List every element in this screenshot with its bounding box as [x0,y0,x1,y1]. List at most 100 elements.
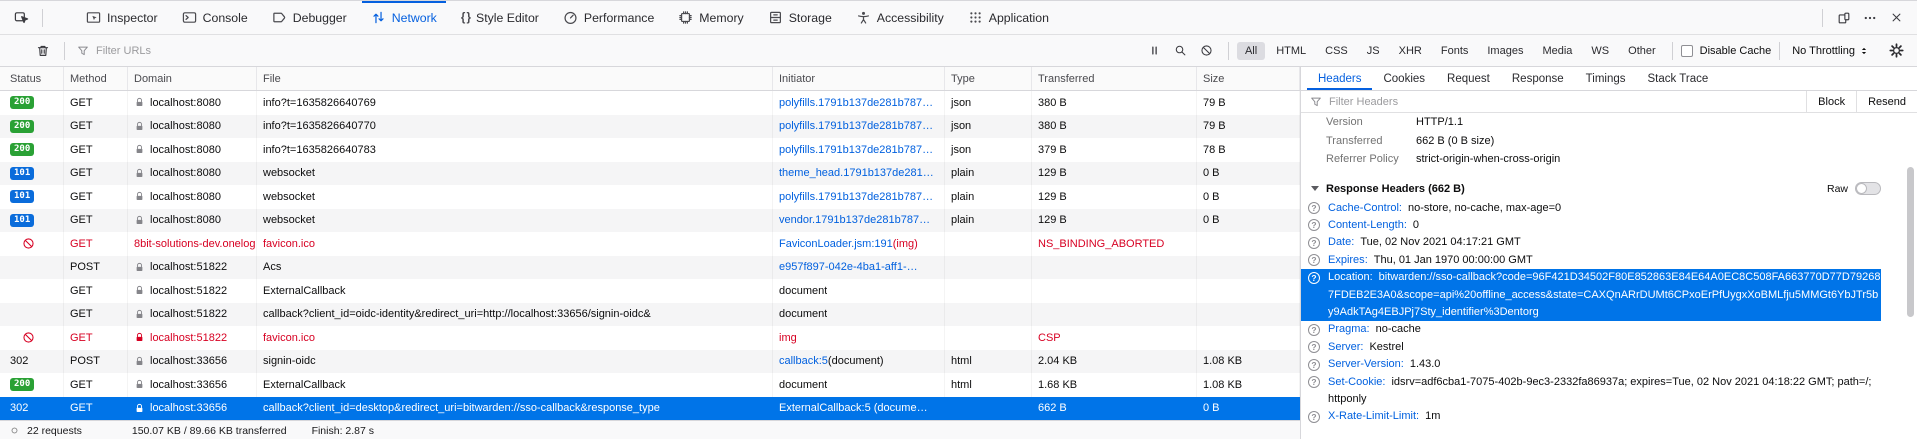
header-help-icon[interactable]: ? [1308,237,1320,249]
toolbox-tab-inspector[interactable]: Inspector [77,1,167,34]
header-help-icon[interactable]: ? [1308,254,1320,266]
header-help-icon[interactable]: ? [1308,411,1320,423]
close-icon [1890,11,1903,24]
toolbox-tab-memory[interactable]: Memory [669,1,752,34]
column-header-type[interactable]: Type [945,67,1032,90]
toolbox-tab-debugger[interactable]: Debugger [263,1,356,34]
request-row[interactable]: 101GETlocalhost:8080websocketvendor.1791… [0,209,1300,233]
column-header-transferred[interactable]: Transferred [1032,67,1197,90]
type-filter-all[interactable]: All [1237,42,1265,60]
details-tab-cookies[interactable]: Cookies [1372,67,1436,90]
column-header-initiator[interactable]: Initiator [773,67,945,90]
response-header-row[interactable]: ?X-Rate-Limit-Limit1m [1301,408,1881,425]
toolbox-tab-storage[interactable]: Storage [759,1,841,34]
toolbox-tab-console[interactable]: Console [173,1,257,34]
details-scrollbar[interactable] [1907,167,1914,317]
header-help-icon[interactable]: ? [1308,219,1320,231]
response-header-row[interactable]: ?Pragmano-cache [1301,321,1881,338]
type-filter-xhr[interactable]: XHR [1391,42,1430,60]
node-picker-button[interactable] [8,5,34,31]
block-url-button[interactable]: Block [1806,91,1856,112]
initiator-link[interactable]: callback:5 [779,355,828,367]
type-filter-images[interactable]: Images [1479,42,1531,60]
request-row[interactable]: 302GETlocalhost:33656callback?client_id=… [0,397,1300,421]
response-header-row[interactable]: ?Set-Cookieidsrv=adf6cba1-7075-402b-9ec3… [1301,374,1881,409]
toolbox-tab-application[interactable]: Application [959,1,1058,34]
request-row[interactable]: 200GETlocalhost:8080info?t=1635826640783… [0,138,1300,162]
column-header-domain[interactable]: Domain [128,67,257,90]
details-tab-timings[interactable]: Timings [1575,67,1637,90]
pause-traffic-button[interactable] [1142,38,1168,64]
throttling-dropdown[interactable]: No Throttling [1788,45,1873,57]
type-filter-css[interactable]: CSS [1317,42,1356,60]
type-filter-other[interactable]: Other [1620,42,1664,60]
request-row[interactable]: 200GETlocalhost:8080info?t=1635826640769… [0,91,1300,115]
request-row[interactable]: GET8bit-solutions-dev.onelogin.…favicon.… [0,232,1300,256]
initiator-link[interactable]: polyfills.1791b137de281b787… [779,97,933,109]
block-requests-button[interactable] [1194,38,1220,64]
responsive-design-mode-button[interactable] [1831,5,1857,31]
header-help-icon[interactable]: ? [1308,324,1320,336]
details-tab-headers[interactable]: Headers [1307,67,1372,90]
response-header-row[interactable]: ?ExpiresThu, 01 Jan 1970 00:00:00 GMT [1301,252,1881,269]
clear-requests-button[interactable] [30,38,56,64]
details-tab-response[interactable]: Response [1501,67,1575,90]
response-header-row[interactable]: ?ServerKestrel [1301,339,1881,356]
initiator-link[interactable]: e957f897-042e-4ba1-aff1-… [779,261,918,273]
initiator-link[interactable]: polyfills.1791b137de281b787… [779,144,933,156]
collapse-section-icon[interactable] [1311,186,1319,191]
network-settings-button[interactable] [1883,38,1909,64]
request-row[interactable]: 101GETlocalhost:8080websockettheme_head.… [0,162,1300,186]
type-filter-fonts[interactable]: Fonts [1433,42,1477,60]
type-filter-html[interactable]: HTML [1268,42,1314,60]
toolbox-tab-style-editor[interactable]: { }Style Editor [452,1,548,34]
initiator-link[interactable]: FaviconLoader.jsm:191 [779,238,893,250]
type-filter-js[interactable]: JS [1359,42,1388,60]
header-help-icon[interactable]: ? [1308,359,1320,371]
search-requests-button[interactable] [1168,38,1194,64]
transferred-text: 2.04 KB [1038,355,1077,367]
header-help-icon[interactable]: ? [1308,272,1320,284]
request-row[interactable]: GETlocalhost:51822ExternalCallbackdocume… [0,279,1300,303]
response-header-row[interactable]: ?Cache-Controlno-store, no-cache, max-ag… [1301,200,1881,217]
request-row[interactable]: 200GETlocalhost:8080info?t=1635826640770… [0,115,1300,139]
headers-filter-input[interactable] [1301,96,1806,108]
column-header-file[interactable]: File [257,67,773,90]
toolbox-tab-network[interactable]: Network [362,1,446,34]
details-tab-request[interactable]: Request [1436,67,1501,90]
devtools-menu-button[interactable] [1857,5,1883,31]
raw-toggle[interactable] [1855,182,1881,195]
close-devtools-button[interactable] [1883,5,1909,31]
request-row[interactable]: GETlocalhost:51822callback?client_id=oid… [0,303,1300,327]
initiator-link[interactable]: vendor.1791b137de281b787… [779,214,930,226]
details-tab-stack-trace[interactable]: Stack Trace [1637,67,1720,90]
header-help-icon[interactable]: ? [1308,341,1320,353]
url-filter-input[interactable] [77,45,1142,57]
request-row[interactable]: GETlocalhost:51822favicon.icoimgCSP [0,326,1300,350]
url-filter-field[interactable] [96,45,1142,57]
header-help-icon[interactable]: ? [1308,376,1320,388]
disable-cache-checkbox[interactable]: Disable Cache [1681,45,1772,57]
response-header-row[interactable]: ?Server-Version1.43.0 [1301,356,1881,373]
headers-filter-field[interactable] [1329,96,1806,108]
type-filter-ws[interactable]: WS [1583,42,1617,60]
column-header-status[interactable]: Status [0,67,64,90]
request-row[interactable]: POSTlocalhost:51822Acse957f897-042e-4ba1… [0,256,1300,280]
column-header-size[interactable]: Size [1197,67,1300,90]
request-row[interactable]: 200GETlocalhost:33656ExternalCallbackdoc… [0,373,1300,397]
resend-request-button[interactable]: Resend [1856,91,1917,112]
column-header-method[interactable]: Method [64,67,128,90]
initiator-link[interactable]: polyfills.1791b137de281b787… [779,191,933,203]
toolbox-tab-label: Memory [699,11,743,25]
request-row[interactable]: 302POSTlocalhost:33656signin-oidccallbac… [0,350,1300,374]
request-row[interactable]: 101GETlocalhost:8080websocketpolyfills.1… [0,185,1300,209]
response-header-row[interactable]: ?DateTue, 02 Nov 2021 04:17:21 GMT [1301,234,1881,251]
response-header-row[interactable]: ?Content-Length0 [1301,217,1881,234]
toolbox-tab-accessibility[interactable]: Accessibility [847,1,953,34]
initiator-link[interactable]: polyfills.1791b137de281b787… [779,120,933,132]
type-filter-media[interactable]: Media [1534,42,1580,60]
header-help-icon[interactable]: ? [1308,202,1320,214]
toolbox-tab-performance[interactable]: Performance [554,1,663,34]
response-header-row[interactable]: ?Locationbitwarden://sso-callback?code=9… [1301,269,1881,321]
initiator-link[interactable]: theme_head.1791b137de281… [779,167,934,179]
